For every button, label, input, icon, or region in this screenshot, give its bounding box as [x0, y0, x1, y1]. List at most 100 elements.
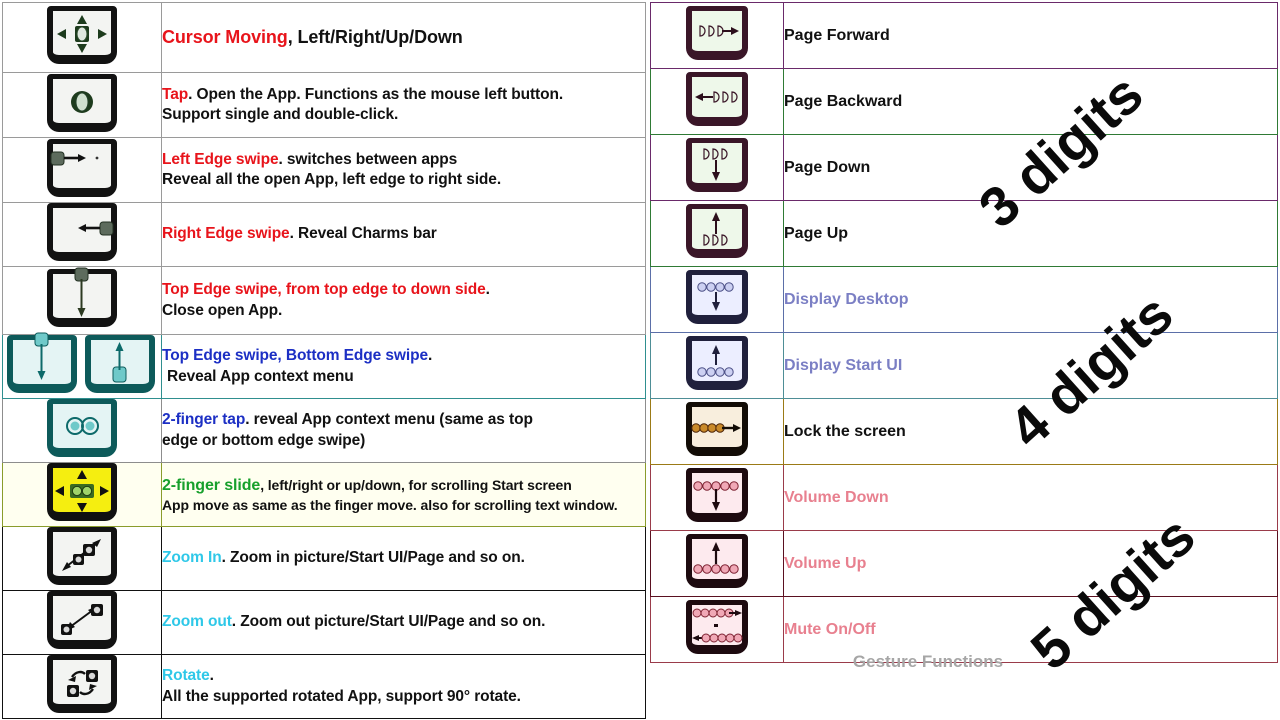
tap-icon — [47, 73, 117, 132]
table-row: Zoom In. Zoom in picture/Start UI/Page a… — [2, 526, 646, 591]
gesture-icon-cell — [2, 266, 162, 335]
gesture-icon-cell — [2, 526, 162, 591]
gesture-label: Lock the screen — [784, 422, 906, 440]
desc-text: , left/right or up/down, for scrolling S… — [260, 476, 572, 493]
desc-text: . — [485, 281, 490, 299]
volume-up-icon — [686, 534, 748, 588]
gesture-description-cell: Zoom In. Zoom in picture/Start UI/Page a… — [161, 526, 646, 591]
desc-text: . switches between apps — [278, 150, 458, 168]
table-row: 2-finger tap. reveal App context menu (s… — [2, 398, 646, 463]
desc-text: . Open the App. Functions as the mouse l… — [188, 85, 564, 103]
left-gesture-table: Cursor Moving, Left/Right/Up/Down Tap. O… — [2, 2, 646, 719]
gesture-icon-cell — [650, 530, 784, 597]
left-edge-swipe-icon — [47, 138, 117, 197]
table-row: Page Forward — [650, 2, 1278, 69]
bottom-edge-swipe-icon — [85, 335, 155, 393]
desc-text: Close open App. — [162, 301, 283, 319]
zoom-out-icon — [47, 591, 117, 649]
gesture-label-cell: Page Forward — [783, 2, 1278, 69]
gesture-icon-cell — [650, 464, 784, 531]
desc-highlight: 2-finger slide — [162, 476, 261, 494]
desc-text: All the supported rotated App, support 9… — [162, 687, 521, 705]
volume-down-icon — [686, 468, 748, 522]
gesture-icon-cell — [2, 398, 162, 463]
table-row: Tap. Open the App. Functions as the mous… — [2, 72, 646, 138]
gesture-icon-cell — [2, 654, 162, 719]
desc-highlight: Top Edge swipe, Bottom Edge swipe — [162, 347, 428, 365]
gesture-icon-cell — [2, 2, 162, 73]
two-finger-tap-icon — [47, 399, 117, 457]
page-down-icon — [686, 138, 748, 192]
desc-text: App move as same as the finger move. als… — [162, 496, 618, 513]
gesture-label: Display Start UI — [784, 356, 903, 374]
desc-text: . Reveal Charms bar — [289, 225, 437, 243]
desc-highlight: Zoom out — [162, 613, 232, 631]
page-backward-icon — [686, 72, 748, 126]
table-row: Page Up — [650, 200, 1278, 267]
gesture-icon-cell — [650, 266, 784, 333]
gesture-icon-cell — [2, 202, 162, 267]
table-row: Top Edge swipe, Bottom Edge swipe. Revea… — [2, 332, 646, 399]
desc-text: Reveal App context menu — [167, 367, 354, 385]
lock-screen-icon — [686, 402, 748, 456]
gesture-label-cell: Display Desktop — [783, 266, 1278, 333]
desc-highlight: Zoom In — [162, 549, 222, 567]
rotate-icon — [47, 655, 117, 713]
display-start-ui-icon — [686, 336, 748, 390]
table-row: Zoom out. Zoom out picture/Start UI/Page… — [2, 590, 646, 655]
gesture-description-cell: Rotate. All the supported rotated App, s… — [161, 654, 646, 719]
table-row: Cursor Moving, Left/Right/Up/Down — [2, 2, 646, 73]
desc-text: . — [209, 667, 214, 685]
desc-text: Support single and double-click. — [162, 106, 399, 123]
gesture-icon-cell — [650, 134, 784, 201]
gesture-description-cell: 2-finger slide, left/right or up/down, f… — [161, 462, 646, 527]
gesture-label: Display Desktop — [784, 290, 909, 308]
desc-text: . — [427, 347, 433, 365]
gesture-icon-cell — [650, 200, 784, 267]
desc-text: Reveal all the open App, left edge to ri… — [162, 171, 502, 188]
gesture-description-cell: Tap. Open the App. Functions as the mous… — [161, 72, 646, 138]
table-row: Display Start UI — [650, 332, 1278, 399]
table-row: Top Edge swipe, from top edge to down si… — [2, 266, 646, 335]
gesture-icon-cell — [650, 2, 784, 69]
gesture-functions-page: Cursor Moving, Left/Right/Up/Down Tap. O… — [0, 0, 1280, 720]
gesture-label-cell: Volume Down — [783, 464, 1278, 531]
table-row: Lock the screen — [650, 398, 1278, 465]
table-row: Volume Down — [650, 464, 1278, 531]
desc-highlight: Tap — [162, 85, 189, 103]
gesture-icon-cell — [2, 332, 162, 399]
table-row: Page Down — [650, 134, 1278, 201]
table-row: Page Backward — [650, 68, 1278, 135]
gesture-label: Page Backward — [784, 92, 903, 110]
gesture-label: Mute On/Off — [784, 620, 876, 638]
desc-highlight: 2-finger tap — [162, 411, 246, 429]
table-row: Left Edge swipe. switches between apps R… — [2, 137, 646, 203]
gesture-label: Page Down — [784, 158, 871, 176]
page-up-icon — [686, 204, 748, 258]
gesture-label: Page Up — [784, 224, 849, 242]
desc-text: , Left/Right/Up/Down — [287, 26, 463, 47]
gesture-icon-cell — [2, 137, 162, 203]
gesture-icon-cell — [650, 398, 784, 465]
desc-highlight: Rotate — [162, 667, 210, 685]
zoom-in-icon — [47, 527, 117, 585]
gesture-description-cell: Right Edge swipe. Reveal Charms bar — [161, 202, 646, 267]
desc-text: edge or bottom edge swipe) — [162, 431, 366, 449]
desc-highlight: Top Edge swipe, from top edge to down si… — [162, 281, 486, 299]
display-desktop-icon — [686, 270, 748, 324]
gesture-icon-cell — [2, 462, 162, 527]
gesture-icon-cell — [2, 590, 162, 655]
gesture-label: Page Forward — [784, 26, 890, 44]
mute-on-off-icon — [686, 600, 748, 654]
table-row: Rotate. All the supported rotated App, s… — [2, 654, 646, 719]
top-edge-swipe-icon — [47, 267, 117, 327]
gesture-description-cell: Cursor Moving, Left/Right/Up/Down — [161, 2, 646, 73]
cursor-moving-icon — [47, 6, 117, 64]
gesture-description-cell: Top Edge swipe, from top edge to down si… — [161, 266, 646, 335]
desc-text: . Zoom in picture/Start UI/Page and so o… — [221, 549, 525, 567]
gesture-description-cell: Top Edge swipe, Bottom Edge swipe. Revea… — [161, 334, 646, 399]
gesture-icon-cell — [650, 332, 784, 399]
gesture-label: Volume Up — [784, 554, 867, 572]
table-row: 2-finger slide, left/right or up/down, f… — [2, 462, 646, 527]
desc-text: . Zoom out picture/Start UI/Page and so … — [231, 613, 546, 631]
